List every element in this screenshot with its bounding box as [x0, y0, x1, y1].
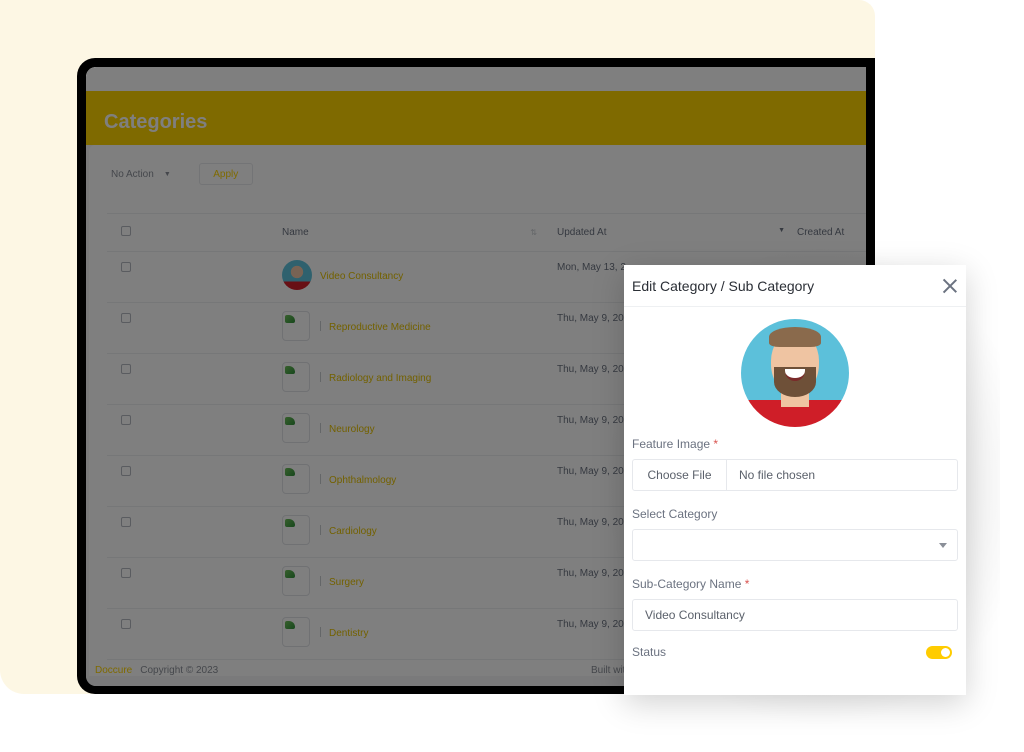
required-mark: *	[744, 577, 750, 591]
chevron-down-icon	[939, 543, 947, 548]
choose-file-button[interactable]: Choose File	[633, 460, 727, 490]
status-label: Status	[632, 645, 667, 659]
feature-image-file-input[interactable]: Choose File No file chosen	[632, 459, 958, 491]
feature-image-preview	[741, 319, 849, 427]
select-category-label: Select Category	[632, 507, 718, 521]
subcategory-name-label: Sub-Category Name *	[632, 577, 750, 591]
edit-category-modal: Edit Category / Sub Category Feature Ima…	[624, 265, 966, 695]
feature-image-label: Feature Image *	[632, 437, 719, 451]
stage: Categories No Action ▼ Apply Name ⇅	[0, 0, 1024, 752]
status-row: Status	[632, 645, 958, 659]
file-status: No file chosen	[739, 468, 816, 482]
status-toggle[interactable]	[926, 645, 952, 659]
modal-header: Edit Category / Sub Category	[624, 265, 966, 307]
modal-body: Feature Image * Choose File No file chos…	[624, 307, 966, 659]
close-icon[interactable]	[942, 278, 958, 294]
required-mark: *	[713, 437, 719, 451]
select-category-dropdown[interactable]	[632, 529, 958, 561]
modal-title: Edit Category / Sub Category	[632, 277, 815, 294]
subcategory-name-input[interactable]: Video Consultancy	[632, 599, 958, 631]
